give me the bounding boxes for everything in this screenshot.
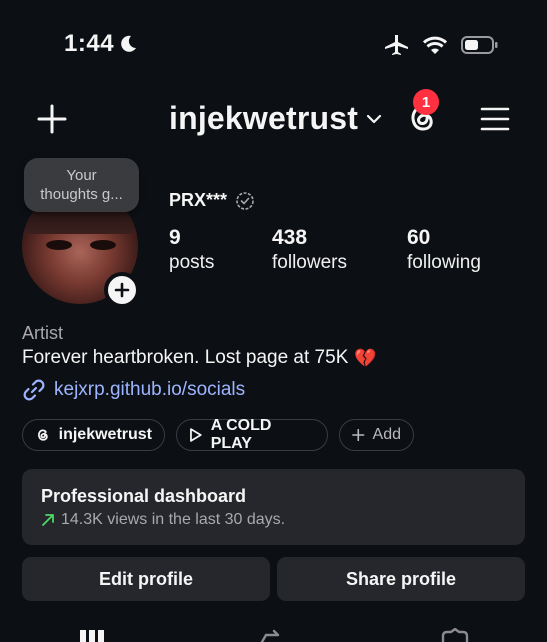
wifi-icon (423, 36, 447, 54)
bio-text: Forever heartbroken. Lost page at 75K (22, 347, 349, 368)
thought-line-1: Your (66, 167, 97, 184)
thought-line-2: thoughts g... (40, 186, 123, 203)
add-story-button[interactable] (104, 272, 140, 308)
battery-icon (461, 36, 498, 54)
chevron-down-icon (367, 114, 382, 123)
dashboard-title: Professional dashboard (41, 486, 247, 506)
edit-profile-button[interactable]: Edit profile (22, 557, 270, 601)
chip-label: injekwetrust (58, 426, 152, 443)
profile-link-text: kejxrp.github.io/socials (54, 379, 246, 400)
notification-badge: 1 (413, 89, 439, 115)
avatar-eye (90, 240, 116, 250)
moon-icon (121, 35, 137, 52)
menu-icon[interactable] (480, 106, 510, 132)
stat-label: followers (272, 252, 347, 273)
chip-label: Add (372, 426, 401, 443)
display-name-text: PRX*** (169, 190, 228, 210)
dashboard-subtitle: 14.3K views in the last 30 days. (41, 511, 506, 529)
profile-link[interactable]: kejxrp.github.io/socials (22, 378, 245, 402)
dashboard-subtitle-text: 14.3K views in the last 30 days. (61, 511, 286, 528)
chip-music[interactable]: A COLD PLAY (176, 417, 328, 452)
header-username: injekwetrust (169, 100, 359, 136)
status-icons (385, 34, 499, 56)
airplane-icon (385, 35, 408, 55)
play-icon (190, 428, 202, 442)
trend-up-icon (42, 514, 54, 526)
plus-icon[interactable] (36, 103, 68, 135)
professional-dashboard[interactable]: Professional dashboard 14.3K views in th… (22, 469, 525, 545)
status-time: 1:44 (64, 30, 138, 58)
stat-posts[interactable]: 9 posts (169, 226, 214, 276)
status-time-text: 1:44 (64, 30, 115, 57)
share-profile-button[interactable]: Share profile (277, 557, 525, 601)
stat-label: following (407, 252, 481, 273)
avatar-eye (46, 240, 72, 250)
stat-value: 438 (272, 226, 308, 249)
thought-bubble[interactable]: Your thoughts g... (24, 158, 139, 212)
broken-heart-emoji: 💔 (354, 347, 377, 368)
chip-label: A COLD PLAY (210, 417, 272, 452)
stat-following[interactable]: 60 following (407, 226, 481, 276)
profile-bio: Forever heartbroken. Lost page at 75K 💔 (22, 347, 377, 369)
chip-add[interactable]: Add (339, 419, 414, 451)
stat-value: 9 (169, 226, 181, 249)
plus-icon (352, 428, 365, 442)
verified-outline-icon (236, 191, 254, 210)
link-icon (23, 379, 45, 401)
chip-threads-profile[interactable]: injekwetrust (22, 419, 165, 451)
profile-category: Artist (22, 323, 64, 343)
stat-label: posts (169, 252, 215, 273)
account-switcher[interactable]: injekwetrust (169, 100, 382, 137)
display-name: PRX*** (169, 190, 255, 211)
threads-icon (38, 429, 48, 441)
stat-followers[interactable]: 438 followers (272, 226, 347, 276)
plus-icon (114, 282, 130, 298)
stat-value: 60 (407, 226, 431, 249)
